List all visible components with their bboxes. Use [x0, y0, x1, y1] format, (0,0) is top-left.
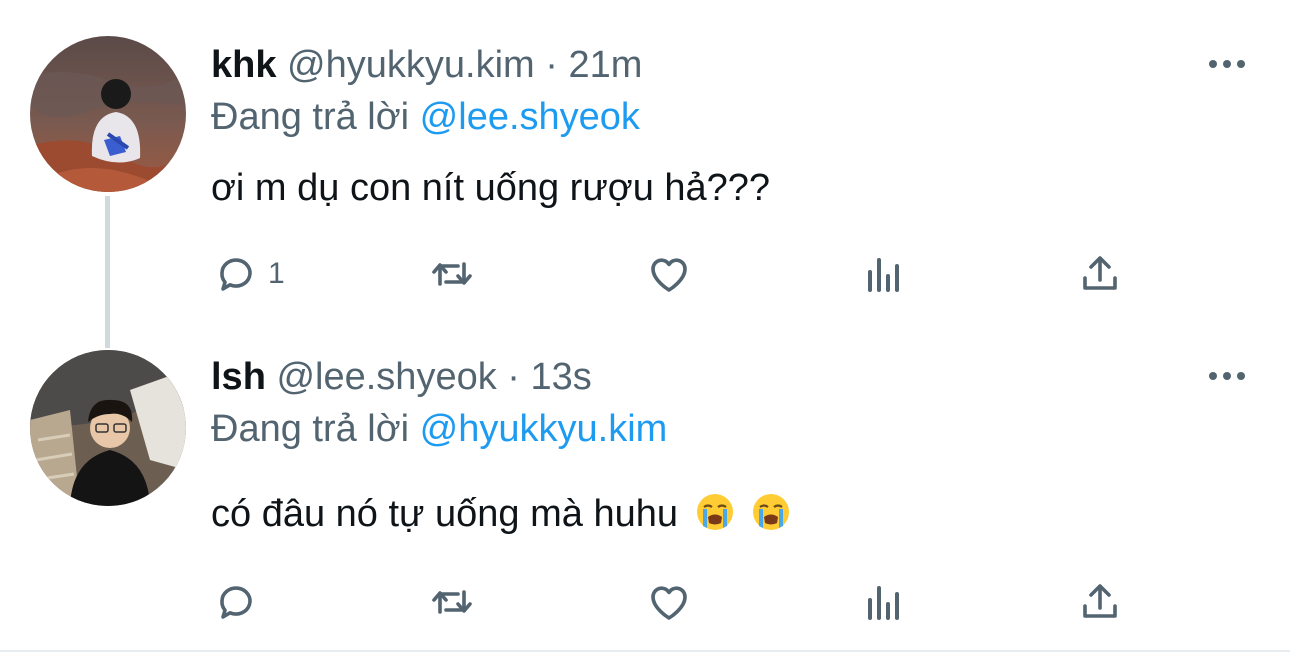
like-button[interactable]: [645, 572, 693, 632]
reply-tweet[interactable]: lsh @lee.shyeok · 13s Đang trả lời @hyuk…: [0, 330, 1290, 650]
reply-icon: [220, 586, 252, 619]
replying-mention-link[interactable]: @lee.shyeok: [420, 96, 640, 138]
share-button[interactable]: [1076, 244, 1124, 304]
display-name[interactable]: lsh: [211, 356, 266, 398]
more-icon: [1209, 60, 1245, 68]
views-icon: [868, 586, 899, 620]
action-bar: 1: [0, 244, 1290, 304]
like-icon: [651, 586, 687, 620]
reply-button[interactable]: 1: [212, 244, 285, 304]
views-button[interactable]: [860, 572, 908, 632]
replying-to: Đang trả lời @hyukkyu.kim: [211, 406, 667, 452]
share-icon: [1083, 584, 1117, 618]
reply-button[interactable]: [212, 572, 268, 632]
divider: [0, 650, 1290, 652]
display-name[interactable]: khk: [211, 44, 276, 86]
tweet-header: lsh @lee.shyeok · 13s: [211, 354, 592, 400]
loudly-crying-face-icon: [753, 494, 790, 530]
separator-dot: ·: [545, 44, 558, 86]
retweet-button[interactable]: [428, 244, 476, 304]
avatar[interactable]: [30, 350, 186, 506]
avatar[interactable]: [30, 36, 186, 192]
tweet-text: ơi m dụ con nít uống rượu hả???: [211, 167, 771, 209]
reply-icon: [220, 258, 252, 291]
separator-dot: ·: [507, 356, 520, 398]
views-icon: [868, 258, 899, 292]
more-options-button[interactable]: [1207, 366, 1247, 386]
action-bar: [0, 572, 1290, 632]
more-options-button[interactable]: [1207, 54, 1247, 74]
replying-prefix: Đang trả lời: [211, 96, 410, 138]
replying-prefix: Đang trả lời: [211, 408, 410, 450]
retweet-button[interactable]: [428, 572, 476, 632]
share-icon: [1083, 256, 1117, 290]
reply-tweet[interactable]: khk @hyukkyu.kim · 21m Đang trả lời @lee…: [0, 0, 1290, 330]
tweet-text-line: có đâu nó tự uống mà huhu: [211, 490, 791, 538]
like-icon: [651, 258, 687, 292]
replying-to: Đang trả lời @lee.shyeok: [211, 94, 640, 140]
tweet-text: có đâu nó tự uống mà huhu: [211, 493, 679, 535]
replying-mention-link[interactable]: @hyukkyu.kim: [420, 408, 668, 450]
views-button[interactable]: [860, 244, 908, 304]
retweet-icon: [432, 262, 472, 286]
more-icon: [1209, 372, 1245, 380]
retweet-icon: [432, 590, 472, 614]
share-button[interactable]: [1076, 572, 1124, 632]
timestamp[interactable]: 21m: [568, 44, 642, 86]
user-handle[interactable]: @hyukkyu.kim: [287, 44, 535, 86]
tweet-header: khk @hyukkyu.kim · 21m: [211, 42, 642, 88]
timestamp[interactable]: 13s: [531, 356, 592, 398]
reply-count: 1: [268, 257, 285, 290]
loudly-crying-face-icon: [696, 494, 733, 530]
like-button[interactable]: [645, 244, 693, 304]
user-handle[interactable]: @lee.shyeok: [276, 356, 496, 398]
